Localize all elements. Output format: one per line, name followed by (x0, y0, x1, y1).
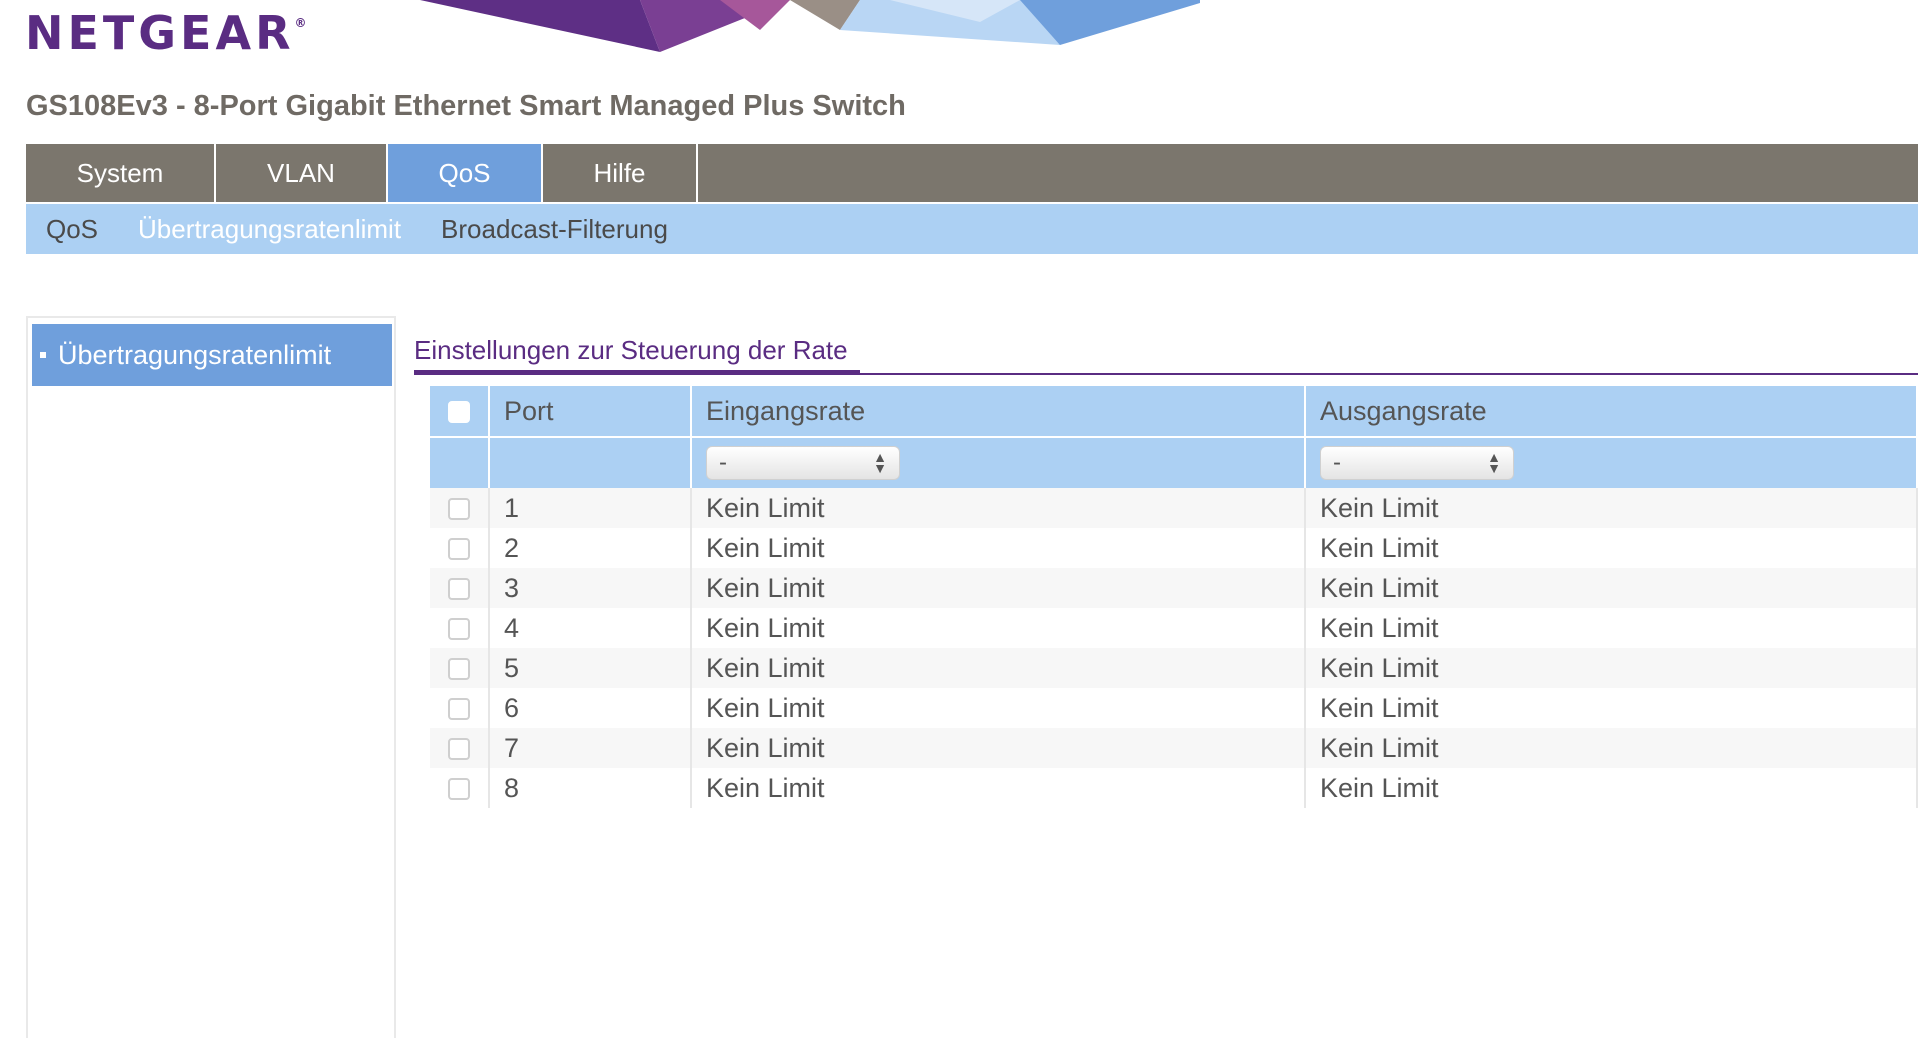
filter-egress-cell: - ▲ ▼ (1305, 437, 1918, 488)
port-cell: 3 (489, 568, 692, 608)
subtab-rate-limit[interactable]: Übertragungsratenlimit (138, 214, 401, 245)
row-checkbox[interactable] (448, 658, 470, 681)
egress-rate-cell: Kein Limit (1305, 488, 1918, 528)
table-row[interactable]: 2 Kein Limit Kein Limit (430, 528, 1918, 568)
bullet-icon (40, 352, 46, 358)
header-banner-graphic (420, 0, 1200, 52)
table-row[interactable]: 4 Kein Limit Kein Limit (430, 608, 1918, 648)
ingress-rate-select[interactable]: - ▲ ▼ (706, 446, 900, 480)
section-title-underline (414, 370, 860, 374)
tab-vlan[interactable]: VLAN (216, 144, 388, 202)
left-menu-panel: Übertragungsratenlimit (26, 316, 396, 1038)
select-all-checkbox[interactable] (448, 401, 470, 424)
port-cell: 7 (489, 728, 692, 768)
row-checkbox[interactable] (448, 698, 470, 721)
table-row[interactable]: 1 Kein Limit Kein Limit (430, 488, 1918, 528)
ingress-rate-cell: Kein Limit (691, 648, 1306, 688)
table-filter-row: - ▲ ▼ - ▲ ▼ (430, 437, 1918, 488)
header-select-cell (430, 386, 490, 438)
tab-system[interactable]: System (26, 144, 216, 202)
filter-empty-cell (489, 437, 692, 488)
egress-rate-cell: Kein Limit (1305, 688, 1918, 728)
select-arrows-icon: ▲ ▼ (1487, 449, 1501, 476)
egress-rate-cell: Kein Limit (1305, 648, 1918, 688)
table-row[interactable]: 8 Kein Limit Kein Limit (430, 768, 1918, 808)
table-row[interactable]: 7 Kein Limit Kein Limit (430, 728, 1918, 768)
egress-rate-cell: Kein Limit (1305, 768, 1918, 808)
ingress-rate-cell: Kein Limit (691, 728, 1306, 768)
egress-rate-cell: Kein Limit (1305, 568, 1918, 608)
logo-text: NETGEAR (25, 6, 295, 60)
table-header-row: Port Eingangsrate Ausgangsrate (430, 386, 1918, 438)
row-select-cell (430, 608, 490, 648)
egress-rate-cell: Kein Limit (1305, 608, 1918, 648)
row-checkbox[interactable] (448, 738, 470, 761)
netgear-logo: NETGEAR® (25, 6, 307, 60)
ingress-rate-cell: Kein Limit (691, 608, 1306, 648)
port-cell: 8 (489, 768, 692, 808)
table-row[interactable]: 5 Kein Limit Kein Limit (430, 648, 1918, 688)
select-arrows-icon: ▲ ▼ (873, 449, 887, 476)
row-select-cell (430, 568, 490, 608)
port-cell: 6 (489, 688, 692, 728)
ingress-rate-cell: Kein Limit (691, 768, 1306, 808)
table-body: 1 Kein Limit Kein Limit 2 Kein Limit Kein Lim… (430, 488, 1918, 808)
ingress-rate-cell: Kein Limit (691, 488, 1306, 528)
page-title: GS108Ev3 - 8-Port Gigabit Ethernet Smart… (26, 90, 906, 122)
row-select-cell (430, 768, 490, 808)
ingress-rate-cell: Kein Limit (691, 568, 1306, 608)
row-select-cell (430, 528, 490, 568)
tab-qos[interactable]: QoS (388, 144, 543, 202)
rate-limit-table: Port Eingangsrate Ausgangsrate - ▲ ▼ - ▲ ▼… (430, 386, 1918, 808)
sub-nav: QoS Übertragungsratenlimit Broadcast-Fil… (26, 204, 1918, 254)
tab-hilfe[interactable]: Hilfe (543, 144, 698, 202)
row-select-cell (430, 688, 490, 728)
port-cell: 1 (489, 488, 692, 528)
subtab-broadcast-filtering[interactable]: Broadcast-Filterung (441, 214, 668, 245)
row-checkbox[interactable] (448, 538, 470, 561)
port-cell: 5 (489, 648, 692, 688)
egress-rate-select-value: - (1333, 449, 1341, 476)
ingress-rate-select-value: - (719, 449, 727, 476)
section-title: Einstellungen zur Steuerung der Rate (414, 335, 848, 365)
row-checkbox[interactable] (448, 618, 470, 641)
egress-rate-cell: Kein Limit (1305, 528, 1918, 568)
row-select-cell (430, 728, 490, 768)
egress-rate-select[interactable]: - ▲ ▼ (1320, 446, 1514, 480)
subtab-qos[interactable]: QoS (46, 214, 98, 245)
filter-empty-cell (430, 437, 490, 488)
row-checkbox[interactable] (448, 498, 470, 521)
row-select-cell (430, 648, 490, 688)
ingress-rate-cell: Kein Limit (691, 528, 1306, 568)
port-cell: 4 (489, 608, 692, 648)
row-checkbox[interactable] (448, 578, 470, 601)
table-row[interactable]: 3 Kein Limit Kein Limit (430, 568, 1918, 608)
column-header-port: Port (489, 386, 692, 438)
main-nav: System VLAN QoS Hilfe (26, 144, 1918, 202)
table-row[interactable]: 6 Kein Limit Kein Limit (430, 688, 1918, 728)
left-menu-item-rate-limit[interactable]: Übertragungsratenlimit (32, 324, 392, 386)
port-cell: 2 (489, 528, 692, 568)
filter-ingress-cell: - ▲ ▼ (691, 437, 1306, 488)
ingress-rate-cell: Kein Limit (691, 688, 1306, 728)
column-header-ingress: Eingangsrate (691, 386, 1306, 438)
egress-rate-cell: Kein Limit (1305, 728, 1918, 768)
left-menu-item-label: Übertragungsratenlimit (58, 339, 332, 370)
column-header-egress: Ausgangsrate (1305, 386, 1918, 438)
row-select-cell (430, 488, 490, 528)
logo-registered-mark: ® (294, 16, 307, 30)
row-checkbox[interactable] (448, 778, 470, 801)
